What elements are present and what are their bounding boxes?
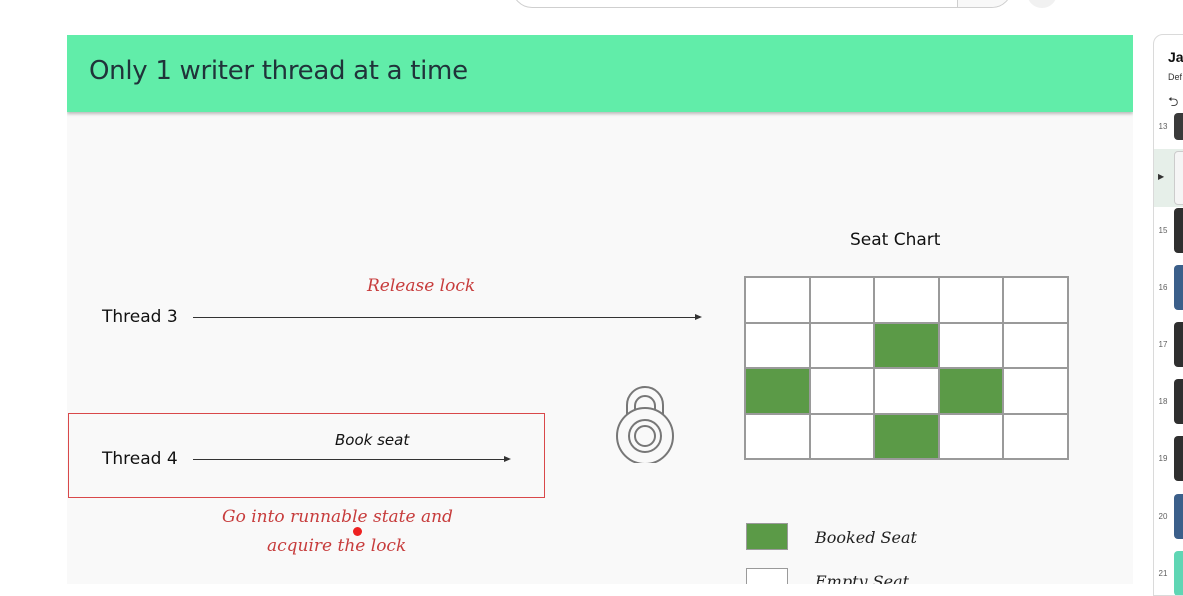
- thread4-action-label: Book seat: [335, 431, 410, 449]
- playlist-item-thumbnail[interactable]: [1174, 208, 1183, 253]
- seat-booked: [938, 368, 1004, 414]
- search-button[interactable]: [957, 0, 1011, 7]
- playlist-item-number: 21: [1158, 568, 1168, 578]
- playlist-item-thumbnail[interactable]: [1174, 551, 1183, 595]
- legend-booked-label: Booked Seat: [815, 528, 917, 547]
- seat-empty: [745, 413, 810, 459]
- thread3-action-label: Release lock: [367, 276, 476, 296]
- playlist-item-thumbnail[interactable]: [1174, 322, 1183, 367]
- note-line-1: Go into runnable state and: [222, 507, 453, 527]
- playlist-item-number: 20: [1158, 511, 1168, 521]
- seat-empty: [1003, 277, 1068, 323]
- playlist-item-thumbnail[interactable]: [1174, 379, 1183, 424]
- legend-empty-swatch: [746, 568, 788, 584]
- seat-booked: [745, 368, 810, 414]
- seat-empty: [874, 277, 939, 323]
- thread4-label: Thread 4: [102, 449, 178, 469]
- playlist-item-thumbnail[interactable]: [1174, 494, 1183, 539]
- seat-empty: [874, 368, 939, 414]
- loop-icon[interactable]: ⮌: [1168, 93, 1178, 115]
- seat-empty: [1003, 368, 1068, 414]
- note-line-2: acquire the lock: [267, 536, 407, 556]
- cursor-dot: [353, 527, 362, 536]
- seat-empty: [745, 322, 810, 368]
- seat-empty: [938, 322, 1004, 368]
- seat-chart-title: Seat Chart: [850, 230, 941, 250]
- seat-chart-grid: [744, 276, 1069, 460]
- seat-booked: [874, 413, 939, 459]
- legend-booked-swatch: [746, 523, 788, 550]
- playlist-item-number: 15: [1158, 225, 1168, 235]
- playlist-item-thumbnail[interactable]: [1174, 113, 1183, 140]
- play-indicator-icon: ▶: [1158, 172, 1165, 181]
- playlist-item-number: 19: [1158, 453, 1168, 463]
- playlist-item-thumbnail[interactable]: [1174, 151, 1183, 205]
- thread4-arrow: [193, 456, 511, 462]
- playlist-item-number: 13: [1158, 121, 1168, 131]
- playlist-item-number: 18: [1158, 396, 1168, 406]
- thread3-label: Thread 3: [102, 307, 178, 327]
- thread3-arrow: [193, 314, 702, 320]
- playlist-panel: Jav Def ⮌ ▶ 13 15 16 17 18 19 20 21: [1153, 34, 1183, 596]
- search-bar[interactable]: [512, 0, 1012, 8]
- seat-empty: [809, 413, 875, 459]
- mic-icon[interactable]: [1027, 0, 1057, 8]
- playlist-item-number: 16: [1158, 282, 1168, 292]
- seat-empty: [1003, 322, 1068, 368]
- seat-empty: [1003, 413, 1068, 459]
- playlist-subtitle: Def: [1168, 72, 1183, 82]
- seat-empty: [745, 277, 810, 323]
- slide-title: Only 1 writer thread at a time: [89, 56, 468, 86]
- seat-empty: [809, 277, 875, 323]
- playlist-item-thumbnail[interactable]: [1174, 265, 1183, 310]
- video-slide[interactable]: Only 1 writer thread at a time Thread 3 …: [67, 35, 1133, 584]
- lock-icon: [616, 386, 674, 463]
- slide-header: Only 1 writer thread at a time: [67, 35, 1133, 112]
- seat-booked: [874, 322, 939, 368]
- seat-empty: [809, 322, 875, 368]
- seat-empty: [938, 413, 1004, 459]
- playlist-title: Jav: [1168, 49, 1183, 65]
- playlist-item-number: 17: [1158, 339, 1168, 349]
- playlist-item-thumbnail[interactable]: [1174, 436, 1183, 481]
- seat-empty: [938, 277, 1004, 323]
- seat-empty: [809, 368, 875, 414]
- legend-empty-label: Empty Seat: [815, 572, 910, 584]
